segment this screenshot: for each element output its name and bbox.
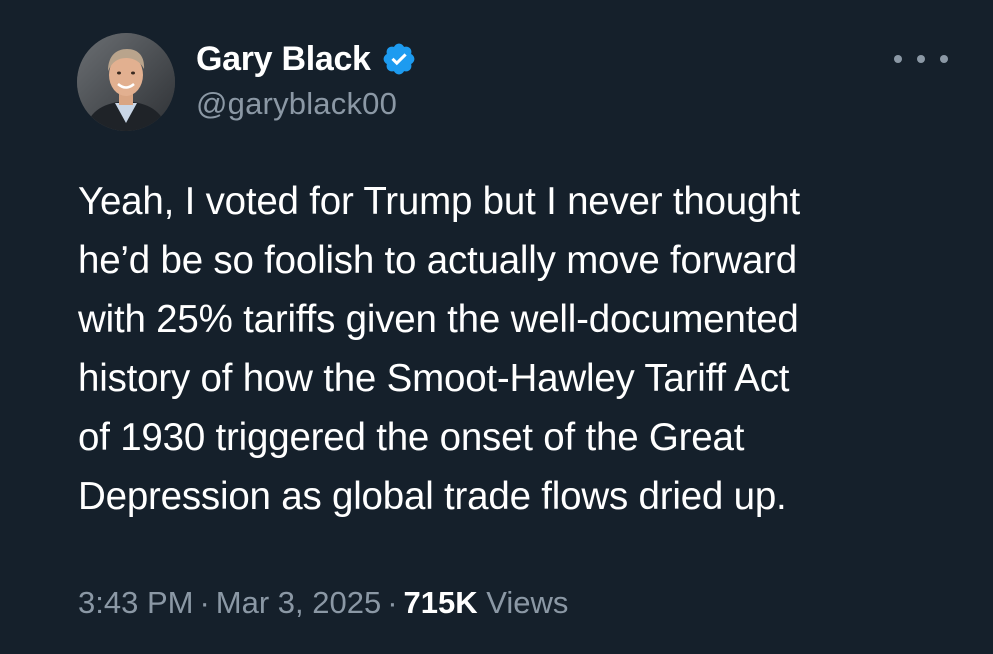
author-handle[interactable]: @garyblack00 bbox=[196, 86, 397, 122]
views-count[interactable]: 715K bbox=[404, 585, 478, 620]
author-display-name[interactable]: Gary Black bbox=[196, 40, 371, 79]
avatar[interactable] bbox=[77, 33, 175, 131]
more-options-button[interactable] bbox=[894, 44, 948, 74]
verified-badge-icon bbox=[383, 43, 415, 75]
more-horizontal-icon bbox=[940, 55, 948, 63]
tweet-meta: 3:43 PM · Mar 3, 2025 · 715K Views bbox=[78, 585, 568, 621]
profile-photo-icon bbox=[77, 33, 175, 131]
separator: · bbox=[199, 585, 210, 620]
tweet-time[interactable]: 3:43 PM bbox=[78, 585, 193, 620]
tweet-text: Yeah, I voted for Trump but I never thou… bbox=[78, 180, 800, 518]
tweet-card: Gary Black @garyblack00 Yeah, I voted fo… bbox=[0, 0, 993, 654]
tweet-date[interactable]: Mar 3, 2025 bbox=[216, 585, 381, 620]
more-horizontal-icon bbox=[917, 55, 925, 63]
separator: · bbox=[387, 585, 398, 620]
more-horizontal-icon bbox=[894, 55, 902, 63]
views-label: Views bbox=[486, 585, 569, 620]
author-name-row: Gary Black bbox=[196, 36, 417, 82]
